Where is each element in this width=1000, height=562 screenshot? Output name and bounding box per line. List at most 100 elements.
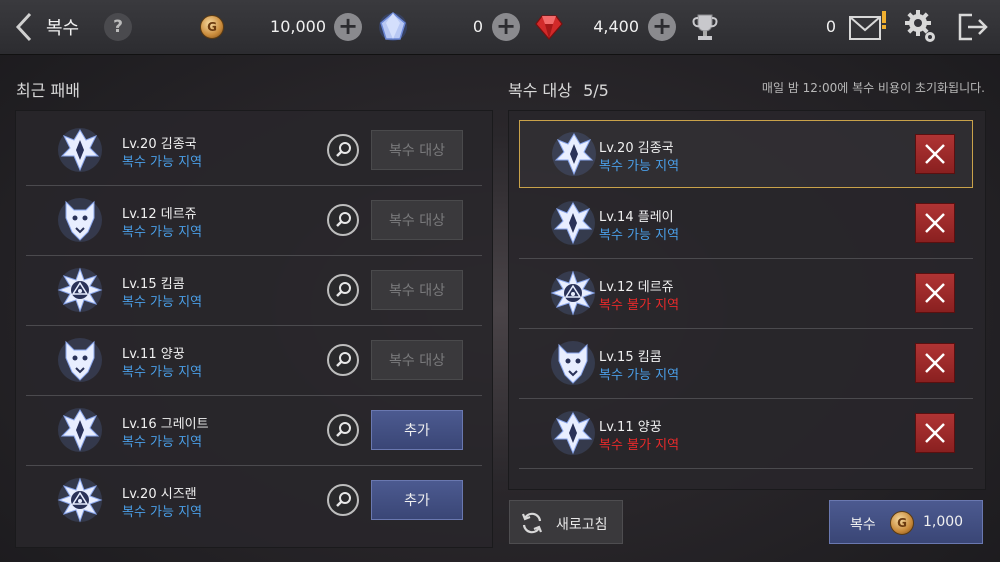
area-status: 복수 가능 지역 [599,228,680,243]
guild-emblem-icon [551,411,595,455]
guild-emblem-icon [551,201,595,245]
list-item: Lv.12 데르쥬 복수 가능 지역 복수 대상 [26,186,482,256]
player-name: Lv.12 데르쥬 [599,280,674,295]
area-status: 복수 가능 지역 [122,435,203,450]
revenge-targets-panel: Lv.20 김종국 복수 가능 지역 Lv.14 플레이 복수 가능 지역 Lv… [508,110,986,490]
area-status: 복수 가능 지역 [122,505,203,520]
help-button[interactable]: ? [104,13,132,41]
back-chevron-icon [15,12,32,42]
revenge-targets-label: 복수 대상 [508,81,572,100]
refresh-icon [521,512,543,534]
gold-coin-icon: G [890,511,914,535]
ruby-amount: 4,400 [593,17,639,36]
area-status: 복수 가능 지역 [122,295,203,310]
search-icon [336,142,351,157]
trophy-amount: 0 [825,17,836,36]
close-icon [925,283,945,303]
search-icon [336,492,351,507]
search-icon [336,422,351,437]
area-status: 복수 가능 지역 [122,155,203,170]
close-icon [925,213,945,233]
search-button[interactable] [327,204,359,236]
remove-target-button[interactable] [915,273,955,313]
add-target-button[interactable]: 추가 [371,480,463,520]
eye-sigil-emblem-icon [57,267,103,313]
list-item-selected[interactable]: Lv.20 김종국 복수 가능 지역 [519,120,973,188]
gold-coin-icon: G [200,15,224,39]
eye-sigil-emblem-icon [57,477,103,523]
list-item: Lv.11 양꿍 복수 가능 지역 복수 대상 [26,326,482,396]
area-status: 복수 가능 지역 [599,368,680,383]
exit-icon[interactable] [956,11,990,43]
list-item: Lv.20 김종국 복수 가능 지역 복수 대상 [26,116,482,186]
guild-emblem-icon [58,408,102,452]
list-item: Lv.14 플레이 복수 가능 지역 [519,189,973,259]
list-item: Lv.15 킴콤 복수 가능 지역 [519,329,973,399]
area-status: 복수 불가 지역 [599,438,680,453]
area-status: 복수 가능 지역 [122,225,203,240]
player-name: Lv.12 데르쥬 [122,207,197,222]
player-name: Lv.15 킴콤 [122,277,185,292]
player-name: Lv.15 킴콤 [599,350,662,365]
revenge-targets-count: 5/5 [583,81,609,100]
remove-target-button[interactable] [915,343,955,383]
recent-defeats-title: 최근 패배 [16,81,80,100]
wolf-emblem-icon [58,198,102,242]
close-icon [925,144,945,164]
list-item: Lv.16 그레이트 복수 가능 지역 추가 [26,396,482,466]
gold-amount: 10,000 [270,17,326,36]
revenge-target-button[interactable]: 복수 대상 [371,130,463,170]
revenge-targets-title: 복수 대상 5/5 [508,77,609,101]
gear-icon[interactable] [904,9,938,45]
close-icon [925,353,945,373]
wolf-emblem-icon [58,338,102,382]
revenge-target-button[interactable]: 복수 대상 [371,200,463,240]
remove-target-button[interactable] [915,134,955,174]
trophy-icon [692,14,718,40]
reset-notice: 매일 밤 12:00에 복수 비용이 초기화됩니다. [761,81,985,95]
player-name: Lv.11 양꿍 [599,420,662,435]
revenge-label: 복수 [850,517,876,533]
revenge-target-button[interactable]: 복수 대상 [371,270,463,310]
player-name: Lv.14 플레이 [599,210,674,225]
refresh-button[interactable]: 새로고침 [509,500,623,544]
back-button[interactable] [10,10,40,44]
remove-target-button[interactable] [915,413,955,453]
page-title: 복수 [46,18,80,39]
add-ruby-button[interactable]: + [648,13,676,41]
add-gold-button[interactable]: + [334,13,362,41]
revenge-cost: 1,000 [923,514,964,530]
player-name: Lv.11 양꿍 [122,347,185,362]
search-button[interactable] [327,414,359,446]
search-icon [336,212,351,227]
add-target-button[interactable]: 추가 [371,410,463,450]
search-button[interactable] [327,274,359,306]
search-icon [336,352,351,367]
area-status: 복수 가능 지역 [599,159,680,174]
remove-target-button[interactable] [915,203,955,243]
guild-emblem-icon [58,128,102,172]
add-crystal-button[interactable]: + [492,13,520,41]
eye-sigil-emblem-icon [550,270,596,316]
wolf-emblem-icon [551,341,595,385]
player-name: Lv.16 그레이트 [122,417,209,432]
mail-icon[interactable] [846,9,892,45]
player-name: Lv.20 시즈랜 [122,487,197,502]
player-name: Lv.20 김종국 [599,141,674,156]
close-icon [925,423,945,443]
area-status: 복수 불가 지역 [599,298,680,313]
area-status: 복수 가능 지역 [122,365,203,380]
list-item: Lv.11 양꿍 복수 불가 지역 [519,399,973,469]
player-name: Lv.20 김종국 [122,137,197,152]
revenge-button[interactable]: 복수 G 1,000 [829,500,983,544]
list-item: Lv.20 시즈랜 복수 가능 지역 추가 [26,466,482,535]
search-button[interactable] [327,134,359,166]
search-icon [336,282,351,297]
list-item: Lv.15 킴콤 복수 가능 지역 복수 대상 [26,256,482,326]
search-button[interactable] [327,344,359,376]
revenge-target-button[interactable]: 복수 대상 [371,340,463,380]
recent-defeats-panel: Lv.20 김종국 복수 가능 지역 복수 대상 Lv.12 데르쥬 복수 가능… [15,110,493,548]
crystal-amount: 0 [472,17,483,36]
search-button[interactable] [327,484,359,516]
refresh-label: 새로고침 [556,517,608,533]
